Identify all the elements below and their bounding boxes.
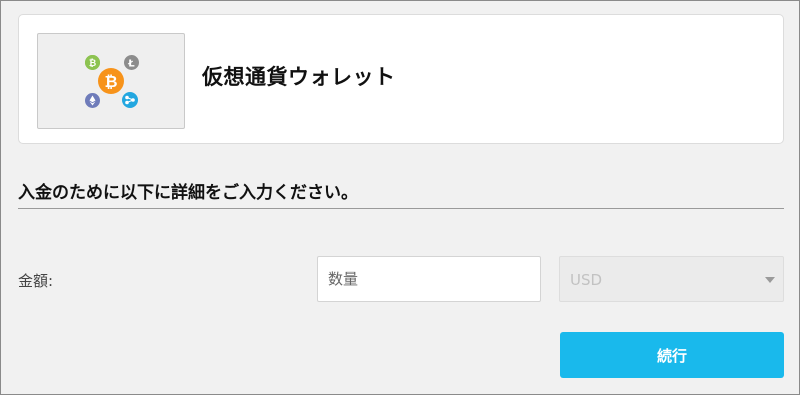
svg-text:Ł: Ł bbox=[127, 59, 135, 70]
litecoin-icon: Ł bbox=[124, 55, 139, 70]
continue-button[interactable]: 続行 bbox=[560, 332, 784, 378]
amount-input[interactable] bbox=[317, 256, 541, 302]
ethereum-icon bbox=[85, 93, 100, 108]
section-divider bbox=[18, 208, 784, 209]
wallet-title: 仮想通貨ウォレット bbox=[202, 65, 396, 89]
chevron-down-icon bbox=[765, 277, 775, 283]
currency-select[interactable]: USD bbox=[559, 256, 784, 302]
ripple-icon bbox=[122, 92, 138, 108]
deposit-instruction: 入金のために以下に詳細をご入力ください。 bbox=[18, 183, 358, 203]
crypto-logo: ₿ Ł ₿ bbox=[37, 33, 185, 129]
amount-label: 金額: bbox=[18, 272, 54, 290]
bitcoin-icon: ₿ bbox=[98, 68, 124, 94]
currency-value: USD bbox=[570, 271, 603, 289]
wallet-card: ₿ Ł ₿ 仮想通貨ウォレット bbox=[18, 14, 784, 144]
svg-text:₿: ₿ bbox=[104, 72, 117, 91]
svg-text:₿: ₿ bbox=[89, 58, 96, 69]
